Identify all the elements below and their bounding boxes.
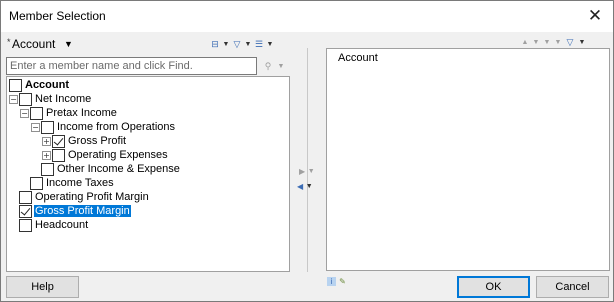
filter-dropdown-icon[interactable]: ▼ <box>244 41 252 48</box>
member-checkbox[interactable] <box>41 120 54 134</box>
tree-node-label: Gross Profit Margin <box>34 205 131 217</box>
filter-icon[interactable]: ▽ <box>232 38 242 50</box>
tree-node-label: Headcount <box>35 219 89 231</box>
move-down-icon[interactable]: ▼ <box>532 39 540 46</box>
cancel-button[interactable]: Cancel <box>536 276 609 298</box>
tree-node-label: Account <box>25 79 69 91</box>
title-bar: Member Selection ✕ <box>1 1 613 32</box>
tree-node[interactable]: + Gross Profit <box>42 134 127 148</box>
move-bottom-dropdown-icon[interactable]: ▼ <box>554 39 562 46</box>
add-dropdown-icon[interactable]: ▼ <box>307 168 315 175</box>
find-dropdown-icon[interactable]: ▼ <box>277 63 285 70</box>
member-checkbox[interactable] <box>41 162 54 176</box>
tree-node-label: Net Income <box>35 93 92 105</box>
selected-member-item[interactable]: Account <box>338 52 378 64</box>
remove-dropdown-icon[interactable]: ▼ <box>305 183 313 190</box>
collapse-icon[interactable]: − <box>20 108 29 118</box>
expand-icon[interactable]: + <box>42 150 51 160</box>
search-buttons: ⚲ ▼ <box>263 60 285 72</box>
expand-icon[interactable]: + <box>42 136 51 146</box>
member-checkbox[interactable] <box>9 78 22 92</box>
expand-options-icon[interactable]: ☰ <box>254 38 264 50</box>
dialog-title: Member Selection <box>9 9 106 23</box>
add-to-selection-button[interactable]: ▶ ▼ <box>299 167 315 176</box>
move-bottom-icon[interactable]: ▼ <box>543 39 551 46</box>
help-button[interactable]: Help <box>6 276 79 298</box>
collapse-icon[interactable]: − <box>31 122 40 132</box>
status-icons: i ✎ <box>327 277 347 286</box>
dimension-dropdown-icon[interactable]: ▼ <box>64 39 73 49</box>
tree-node[interactable]: Other Income & Expense <box>31 162 181 176</box>
member-checkbox[interactable] <box>19 92 32 106</box>
view-hierarchy-icon[interactable]: ⊟ <box>210 38 220 50</box>
required-marker: * <box>7 37 11 47</box>
tree-node[interactable]: − Income from Operations <box>31 120 176 134</box>
tree-node[interactable]: Gross Profit Margin <box>9 204 131 218</box>
selection-filter-dropdown-icon[interactable]: ▼ <box>578 39 586 46</box>
close-icon[interactable]: ✕ <box>585 6 605 26</box>
dimension-label[interactable]: Account <box>12 37 55 51</box>
tree-node[interactable]: Income Taxes <box>20 176 115 190</box>
tree-node-label: Pretax Income <box>46 107 117 119</box>
tree-node-label: Operating Profit Margin <box>35 191 149 203</box>
arrow-right-icon: ▶ <box>299 167 306 176</box>
selected-members-list[interactable]: Account <box>326 48 610 271</box>
remove-from-selection-button[interactable]: ◀ ▼ <box>297 182 313 191</box>
tree-node[interactable]: Operating Profit Margin <box>9 190 150 204</box>
member-checkbox[interactable] <box>52 134 65 148</box>
tree-node-label: Gross Profit <box>68 135 127 147</box>
member-checkbox[interactable] <box>52 148 65 162</box>
edit-icon[interactable]: ✎ <box>338 277 347 286</box>
collapse-icon[interactable]: − <box>9 94 18 104</box>
expand-dropdown-icon[interactable]: ▼ <box>266 41 274 48</box>
tree-node[interactable]: − Pretax Income <box>20 106 118 120</box>
view-dropdown-icon[interactable]: ▼ <box>222 41 230 48</box>
panel-splitter[interactable] <box>307 48 308 272</box>
tree-node-label: Income from Operations <box>57 121 175 133</box>
member-tree[interactable]: Account − Net Income − Pretax Income − Income … <box>6 76 290 272</box>
member-checkbox[interactable] <box>19 204 32 218</box>
tree-node[interactable]: Headcount <box>9 218 89 232</box>
member-checkbox[interactable] <box>30 176 43 190</box>
arrow-left-icon: ◀ <box>297 182 304 191</box>
info-icon[interactable]: i <box>327 277 336 286</box>
tree-node-label: Income Taxes <box>46 177 114 189</box>
find-icon[interactable]: ⚲ <box>263 60 273 72</box>
right-toolbar: ▲ ▼ ▼ ▼ ▽ ▼ <box>521 36 586 48</box>
selection-filter-icon[interactable]: ▽ <box>565 36 575 48</box>
member-checkbox[interactable] <box>19 218 32 232</box>
tree-node-label: Other Income & Expense <box>57 163 180 175</box>
member-checkbox[interactable] <box>19 190 32 204</box>
member-selection-dialog: Member Selection ✕ * Account ▼ ⊟ ▼ ▽ ▼ ☰… <box>0 0 614 302</box>
tree-node[interactable]: + Operating Expenses <box>42 148 169 162</box>
ok-button[interactable]: OK <box>457 276 530 298</box>
left-toolbar: ⊟ ▼ ▽ ▼ ☰ ▼ <box>210 37 274 51</box>
tree-node-label: Operating Expenses <box>68 149 168 161</box>
tree-node[interactable]: − Net Income <box>9 92 92 106</box>
move-up-icon[interactable]: ▲ <box>521 39 529 46</box>
tree-node[interactable]: Account <box>9 78 70 92</box>
search-input[interactable]: Enter a member name and click Find. <box>6 57 257 75</box>
member-checkbox[interactable] <box>30 106 43 120</box>
